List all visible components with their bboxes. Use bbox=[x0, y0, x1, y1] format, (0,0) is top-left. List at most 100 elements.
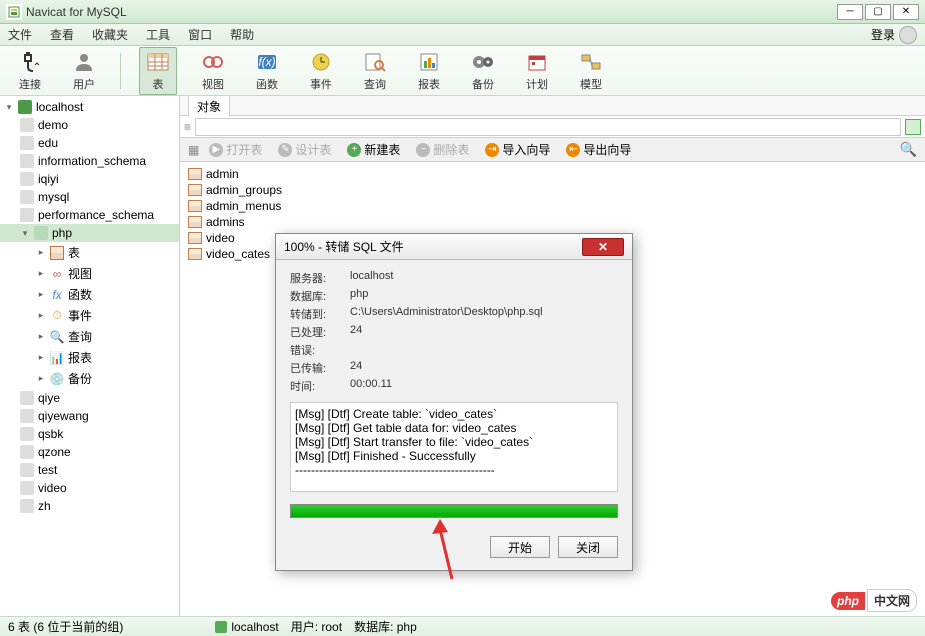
menu-favorites[interactable]: 收藏夹 bbox=[92, 26, 128, 43]
dialog-close-button[interactable]: ✕ bbox=[582, 238, 624, 256]
toolbar-model[interactable]: 模型 bbox=[573, 48, 609, 94]
menu-tools[interactable]: 工具 bbox=[146, 26, 170, 43]
open-table-button[interactable]: ▶打开表 bbox=[203, 139, 268, 160]
search-icon[interactable]: 🔍 bbox=[900, 141, 917, 158]
database-icon bbox=[20, 481, 34, 495]
delete-table-button[interactable]: −删除表 bbox=[410, 139, 475, 160]
tree-backups[interactable]: ▸💿备份 bbox=[0, 368, 179, 389]
chevron-right-icon[interactable]: ▸ bbox=[36, 268, 46, 279]
toolbar-table[interactable]: 表 bbox=[139, 47, 177, 95]
tree-db[interactable]: qiye bbox=[0, 389, 179, 407]
close-button[interactable]: 关闭 bbox=[558, 536, 618, 558]
table-icon bbox=[188, 248, 202, 260]
toolbar-view[interactable]: 视图 bbox=[195, 48, 231, 94]
chevron-right-icon[interactable]: ▸ bbox=[36, 331, 46, 342]
import-icon: ⇥ bbox=[485, 143, 499, 157]
chevron-right-icon[interactable]: ▸ bbox=[36, 310, 46, 321]
tree-events[interactable]: ▸⏱事件 bbox=[0, 305, 179, 326]
database-icon bbox=[20, 391, 34, 405]
tree-tables[interactable]: ▸表 bbox=[0, 242, 179, 263]
minimize-button[interactable]: ─ bbox=[837, 4, 863, 20]
database-icon bbox=[20, 499, 34, 513]
login-link[interactable]: 登录 bbox=[871, 26, 895, 43]
table-row[interactable]: admin bbox=[184, 166, 921, 182]
tree-db[interactable]: video bbox=[0, 479, 179, 497]
tree-db[interactable]: zh bbox=[0, 497, 179, 515]
start-button[interactable]: 开始 bbox=[490, 536, 550, 558]
tree-db[interactable]: mysql bbox=[0, 188, 179, 206]
tree-db[interactable]: iqiyi bbox=[0, 170, 179, 188]
dialog-titlebar[interactable]: 100% - 转储 SQL 文件 ✕ bbox=[276, 234, 632, 260]
address-input[interactable] bbox=[195, 118, 901, 136]
status-user: 用户: root bbox=[291, 618, 342, 635]
tree-views[interactable]: ▸∞视图 bbox=[0, 263, 179, 284]
toolbar-user[interactable]: 用户 bbox=[66, 48, 102, 94]
table-row[interactable]: admin_groups bbox=[184, 182, 921, 198]
tree-db[interactable]: test bbox=[0, 461, 179, 479]
main-toolbar: 连接 用户 表 视图 f(x) 函数 事件 查询 报表 备份 计划 模型 bbox=[0, 46, 925, 96]
info-label: 错误: bbox=[290, 342, 350, 358]
tab-objects[interactable]: 对象 bbox=[188, 95, 230, 117]
toolbar-event[interactable]: 事件 bbox=[303, 48, 339, 94]
database-icon bbox=[20, 172, 34, 186]
app-icon bbox=[6, 4, 22, 20]
toolbar-report[interactable]: 报表 bbox=[411, 48, 447, 94]
backup-icon bbox=[469, 50, 497, 74]
event-icon: ⏱ bbox=[50, 309, 64, 323]
database-icon bbox=[20, 463, 34, 477]
info-value: 00:00.11 bbox=[350, 378, 618, 394]
toolbar-query[interactable]: 查询 bbox=[357, 48, 393, 94]
chevron-right-icon[interactable]: ▸ bbox=[36, 373, 46, 384]
tab-bar: 对象 bbox=[180, 96, 925, 116]
nav-icon[interactable]: ≡ bbox=[184, 120, 191, 134]
clock-icon bbox=[307, 50, 335, 74]
toolbar-connection[interactable]: 连接 bbox=[12, 48, 48, 94]
avatar-icon[interactable] bbox=[899, 26, 917, 44]
list-view-icon[interactable]: ▦ bbox=[188, 143, 199, 157]
menu-window[interactable]: 窗口 bbox=[188, 26, 212, 43]
chevron-right-icon[interactable]: ▸ bbox=[36, 247, 46, 258]
tree-functions[interactable]: ▸fx函数 bbox=[0, 284, 179, 305]
dump-sql-dialog: 100% - 转储 SQL 文件 ✕ 服务器:localhost 数据库:php… bbox=[275, 233, 633, 571]
info-label: 转储到: bbox=[290, 306, 350, 322]
close-button[interactable]: ✕ bbox=[893, 4, 919, 20]
toolbar-backup[interactable]: 备份 bbox=[465, 48, 501, 94]
function-icon: fx bbox=[50, 288, 64, 302]
tree-db[interactable]: qiyewang bbox=[0, 407, 179, 425]
tree-queries[interactable]: ▸🔍查询 bbox=[0, 326, 179, 347]
tree-db[interactable]: edu bbox=[0, 134, 179, 152]
chevron-down-icon[interactable]: ▾ bbox=[20, 228, 30, 239]
info-label: 已传输: bbox=[290, 360, 350, 376]
menu-view[interactable]: 查看 bbox=[50, 26, 74, 43]
export-wizard-button[interactable]: ⇤导出向导 bbox=[560, 139, 637, 160]
query-icon: 🔍 bbox=[50, 330, 64, 344]
database-icon bbox=[34, 226, 48, 240]
table-row[interactable]: admin_menus bbox=[184, 198, 921, 214]
sidebar[interactable]: ▾ localhost demo edu information_schema … bbox=[0, 96, 180, 616]
toolbar-function[interactable]: f(x) 函数 bbox=[249, 48, 285, 94]
panel-toggle-icon[interactable] bbox=[905, 119, 921, 135]
chevron-right-icon[interactable]: ▸ bbox=[36, 289, 46, 300]
tree-db[interactable]: qzone bbox=[0, 443, 179, 461]
design-table-button[interactable]: ✎设计表 bbox=[272, 139, 337, 160]
tree-db[interactable]: demo bbox=[0, 116, 179, 134]
table-row[interactable]: admins bbox=[184, 214, 921, 230]
new-table-button[interactable]: +新建表 bbox=[341, 139, 406, 160]
status-count: 6 表 (6 位于当前的组) bbox=[8, 618, 123, 635]
tree-db-active[interactable]: ▾ php bbox=[0, 224, 179, 242]
import-wizard-button[interactable]: ⇥导入向导 bbox=[479, 139, 556, 160]
menu-file[interactable]: 文件 bbox=[8, 26, 32, 43]
chevron-down-icon[interactable]: ▾ bbox=[4, 102, 14, 113]
tree-db[interactable]: information_schema bbox=[0, 152, 179, 170]
table-icon bbox=[188, 184, 202, 196]
dialog-log[interactable]: [Msg] [Dtf] Create table: `video_cates` … bbox=[290, 402, 618, 492]
tree-connection[interactable]: ▾ localhost bbox=[0, 98, 179, 116]
tree-reports[interactable]: ▸📊报表 bbox=[0, 347, 179, 368]
view-icon bbox=[199, 50, 227, 74]
menu-help[interactable]: 帮助 bbox=[230, 26, 254, 43]
chevron-right-icon[interactable]: ▸ bbox=[36, 352, 46, 363]
tree-db[interactable]: performance_schema bbox=[0, 206, 179, 224]
toolbar-schedule[interactable]: 计划 bbox=[519, 48, 555, 94]
maximize-button[interactable]: ▢ bbox=[865, 4, 891, 20]
tree-db[interactable]: qsbk bbox=[0, 425, 179, 443]
